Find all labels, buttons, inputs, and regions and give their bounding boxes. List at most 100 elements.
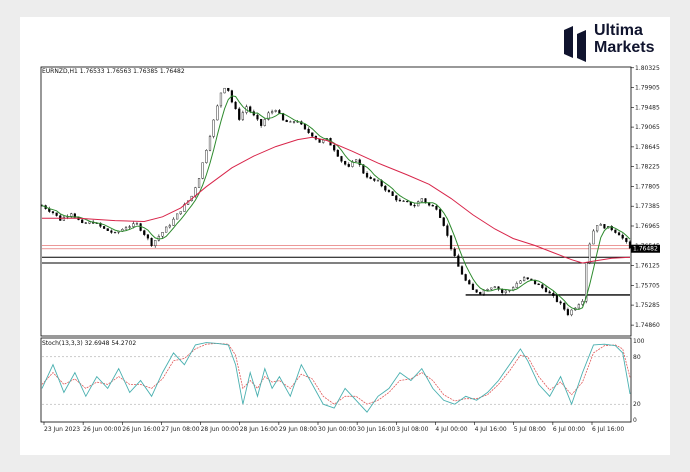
candle-body bbox=[614, 229, 617, 233]
time-tick-label: 29 Jun 08:00 bbox=[279, 426, 317, 433]
candle-body bbox=[263, 119, 266, 126]
candle-body bbox=[333, 144, 336, 151]
candle-body bbox=[628, 241, 632, 249]
candle-body bbox=[205, 150, 208, 163]
candle-body bbox=[365, 173, 369, 178]
candle-body bbox=[504, 290, 507, 293]
candle-body bbox=[515, 283, 518, 288]
candle-body bbox=[522, 277, 526, 282]
candle-body bbox=[227, 87, 230, 91]
candle-body bbox=[596, 225, 599, 232]
price-axis: 1.80325 1.79905 1.79485 1.79065 1.78645 1.782… bbox=[631, 65, 660, 329]
candle-body bbox=[599, 224, 602, 226]
candle-body bbox=[157, 236, 160, 241]
candle-body bbox=[336, 149, 339, 157]
candle-body bbox=[468, 280, 471, 285]
candle-body bbox=[234, 101, 237, 110]
price-tick-label: 1.76125 bbox=[635, 263, 660, 270]
candle-body bbox=[376, 180, 380, 182]
candle-body bbox=[544, 287, 548, 293]
symbol-header-text: EURNZD,H1 1.76533 1.76563 1.76385 1.7648… bbox=[42, 68, 185, 75]
candle-body bbox=[395, 195, 398, 201]
candle-body bbox=[519, 280, 522, 284]
candle-body bbox=[354, 159, 358, 162]
candle-body bbox=[581, 301, 584, 305]
candle-body bbox=[249, 106, 252, 112]
candle-body bbox=[106, 228, 109, 231]
candle-body bbox=[135, 223, 139, 225]
candle-body bbox=[81, 219, 84, 223]
candle-body bbox=[70, 213, 73, 217]
candle-body bbox=[212, 119, 215, 137]
time-tick-label: 26 Jun 00:00 bbox=[83, 426, 121, 433]
candle-body bbox=[541, 284, 544, 289]
candle-body bbox=[417, 201, 420, 207]
candle-body bbox=[62, 216, 66, 221]
candle-body bbox=[475, 289, 478, 293]
candle-body bbox=[208, 136, 212, 151]
candle-body bbox=[307, 128, 310, 133]
candle-body bbox=[570, 309, 573, 316]
candle-body bbox=[486, 289, 489, 291]
candle-body bbox=[446, 225, 449, 236]
candle-body bbox=[172, 218, 175, 226]
candle-body bbox=[289, 121, 292, 123]
candle-body bbox=[464, 274, 467, 281]
candle-body bbox=[84, 222, 87, 224]
candles bbox=[40, 87, 632, 317]
time-tick-label: 28 Jun 16:00 bbox=[240, 426, 278, 433]
candle-body bbox=[197, 178, 201, 188]
candle-body bbox=[55, 212, 58, 216]
current-price-label: 1.76482 bbox=[633, 246, 658, 253]
price-tick-label: 1.75705 bbox=[635, 282, 660, 289]
candle-body bbox=[150, 237, 153, 246]
time-tick-label: 23 Jun 2023 bbox=[44, 426, 80, 433]
candle-body bbox=[260, 118, 263, 126]
candle-body bbox=[146, 234, 150, 239]
time-tick-label: 5 Jul 08:00 bbox=[514, 426, 546, 433]
candle-body bbox=[603, 224, 606, 229]
candle-body bbox=[102, 226, 106, 229]
candle-body bbox=[110, 230, 113, 233]
indicator-axis: 100 80 20 0 bbox=[633, 338, 645, 424]
candle-body bbox=[292, 121, 296, 123]
candle-body bbox=[526, 277, 529, 280]
candle-body bbox=[161, 232, 164, 237]
candle-body bbox=[238, 108, 241, 120]
candle-body bbox=[413, 204, 416, 207]
candle-body bbox=[424, 198, 427, 203]
price-tick-label: 1.79485 bbox=[635, 104, 660, 111]
candle-body bbox=[563, 302, 566, 310]
candle-body bbox=[617, 232, 621, 236]
candle-body bbox=[344, 161, 347, 165]
candle-body bbox=[406, 201, 409, 203]
candle-body bbox=[548, 291, 551, 294]
candle-body bbox=[201, 162, 204, 179]
stoch-tick-label: 0 bbox=[633, 417, 637, 424]
candle-body bbox=[588, 243, 591, 264]
candle-body bbox=[449, 235, 453, 250]
candle-body bbox=[113, 232, 117, 234]
fast-moving-average-line bbox=[41, 95, 631, 310]
candle-body bbox=[88, 221, 91, 224]
price-tick-label: 1.76965 bbox=[635, 223, 660, 230]
price-tick-label: 1.79065 bbox=[635, 124, 660, 131]
price-tick-label: 1.80325 bbox=[635, 65, 660, 72]
candle-body bbox=[311, 132, 314, 137]
candle-body bbox=[501, 289, 504, 293]
price-tick-label: 1.78225 bbox=[635, 164, 660, 171]
time-tick-label: 28 Jun 00:00 bbox=[201, 426, 239, 433]
candle-body bbox=[216, 105, 219, 121]
candle-body bbox=[420, 198, 423, 202]
candle-body bbox=[625, 238, 628, 242]
moving-averages bbox=[41, 95, 631, 310]
candle-body bbox=[431, 205, 434, 207]
candle-body bbox=[223, 87, 226, 94]
candle-body bbox=[592, 230, 595, 245]
candle-body bbox=[471, 283, 475, 290]
trading-chart: EURNZD,H1 1.76533 1.76563 1.76385 1.7648… bbox=[40, 65, 660, 433]
candle-body bbox=[621, 234, 624, 239]
candle-body bbox=[318, 138, 321, 143]
candle-body bbox=[555, 295, 559, 302]
candle-body bbox=[219, 92, 223, 107]
